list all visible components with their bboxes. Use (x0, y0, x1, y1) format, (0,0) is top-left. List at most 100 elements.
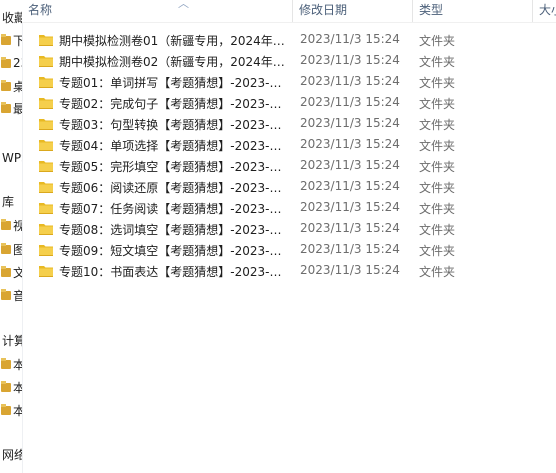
file-name: 专题04：单项选择【考题猜想】-2023-2… (59, 139, 289, 153)
file-type: 文件夹 (419, 181, 456, 195)
file-type: 文件夹 (419, 118, 456, 132)
folder-icon (38, 75, 54, 89)
file-name: 专题09：短文填空【考题猜想】-2023-2… (59, 244, 289, 258)
file-row[interactable]: 期中模拟检测卷01（新疆专用，2024年… 2023/11/3 15:24 文件夹 (22, 30, 556, 51)
file-name: 专题07：任务阅读【考题猜想】-2023-2… (59, 202, 289, 216)
file-modified-date: 2023/11/3 15:24 (300, 32, 400, 46)
folder-icon (38, 243, 54, 257)
column-header-type-label: 类型 (419, 3, 444, 17)
file-type: 文件夹 (419, 34, 456, 48)
folder-icon (38, 33, 54, 47)
nav-item[interactable]: 计算机 (0, 331, 22, 349)
file-name: 专题08：选词填空【考题猜想】-2023-2… (59, 223, 289, 237)
nav-item[interactable]: 文档 (0, 263, 22, 281)
file-type: 文件夹 (419, 55, 456, 69)
file-type: 文件夹 (419, 265, 456, 279)
nav-item[interactable]: 2345Downloads (0, 54, 22, 72)
nav-item-label: 视频 (13, 217, 22, 234)
file-row[interactable]: 专题02：完成句子【考题猜想】-2023-2… 2023/11/3 15:24 文件… (22, 93, 556, 114)
folder-icon (38, 54, 54, 68)
file-modified-date: 2023/11/3 15:24 (300, 95, 400, 109)
file-row[interactable]: 专题05：完形填空【考题猜想】-2023-2… 2023/11/3 15:24 文件… (22, 156, 556, 177)
column-header-name[interactable]: 名称 ︿ (22, 0, 292, 22)
file-modified-date: 2023/11/3 15:24 (300, 200, 400, 214)
folder-icon (38, 222, 54, 236)
file-row[interactable]: 专题10：书面表达【考题猜想】-2023-2… 2023/11/3 15:24 文件… (22, 261, 556, 282)
drive-icon (1, 358, 11, 370)
file-modified-date: 2023/11/3 15:24 (300, 74, 400, 88)
file-row[interactable]: 专题08：选词填空【考题猜想】-2023-2… 2023/11/3 15:24 文件… (22, 219, 556, 240)
folder-icon (38, 117, 54, 131)
nav-item-label: 文档 (13, 264, 22, 281)
nav-item[interactable]: 本地磁盘 (D:) (0, 378, 22, 396)
file-row[interactable]: 专题06：阅读还原【考题猜想】-2023-2… 2023/11/3 15:24 文件… (22, 177, 556, 198)
column-header-size[interactable]: 大小 (532, 0, 556, 22)
file-type: 文件夹 (419, 160, 456, 174)
nav-item-label: 最近访问的位置 (13, 100, 22, 117)
folder-icon (38, 96, 54, 110)
file-row[interactable]: 专题09：短文填空【考题猜想】-2023-2… 2023/11/3 15:24 文件… (22, 240, 556, 261)
nav-item[interactable]: WPS网盘 (0, 148, 22, 166)
file-row[interactable]: 专题03：句型转换【考题猜想】-2023-2… 2023/11/3 15:24 文件… (22, 114, 556, 135)
file-row[interactable]: 专题04：单项选择【考题猜想】-2023-2… 2023/11/3 15:24 文件… (22, 135, 556, 156)
nav-item-label: 图片 (13, 241, 22, 258)
file-row[interactable]: 专题01：单词拼写【考题猜想】-2023-2… 2023/11/3 15:24 文件… (22, 72, 556, 93)
nav-item[interactable]: 网络 (0, 445, 22, 463)
file-type: 文件夹 (419, 97, 456, 111)
file-modified-date: 2023/11/3 15:24 (300, 221, 400, 235)
nav-item-label: 下载 (13, 32, 22, 49)
folder-icon (38, 201, 54, 215)
column-header-bar: 名称 ︿ 修改日期 类型 大小 (22, 0, 556, 23)
nav-item-label: 2345Downloads (13, 56, 22, 70)
nav-item-label: 计算机 (2, 333, 22, 348)
file-row[interactable]: 专题07：任务阅读【考题猜想】-2023-2… 2023/11/3 15:24 文件… (22, 198, 556, 219)
file-modified-date: 2023/11/3 15:24 (300, 158, 400, 172)
file-modified-date: 2023/11/3 15:24 (300, 116, 400, 130)
file-modified-date: 2023/11/3 15:24 (300, 263, 400, 277)
file-modified-date: 2023/11/3 15:24 (300, 242, 400, 256)
column-header-modified-label: 修改日期 (299, 3, 348, 17)
file-name: 专题05：完形填空【考题猜想】-2023-2… (59, 160, 289, 174)
video-library-icon (1, 219, 11, 231)
file-row[interactable]: 期中模拟检测卷02（新疆专用，2024年… 2023/11/3 15:24 文件夹 (22, 51, 556, 72)
file-name: 期中模拟检测卷01（新疆专用，2024年… (59, 34, 285, 48)
file-type: 文件夹 (419, 76, 456, 90)
nav-item[interactable]: 收藏夹 (0, 8, 22, 26)
column-header-type[interactable]: 类型 (412, 0, 532, 22)
file-type: 文件夹 (419, 202, 456, 216)
nav-item-label: 桌面 (13, 78, 22, 95)
nav-item[interactable]: 图片 (0, 240, 22, 258)
desktop-icon (1, 80, 11, 92)
document-library-icon (1, 266, 11, 278)
file-type: 文件夹 (419, 244, 456, 258)
file-type: 文件夹 (419, 139, 456, 153)
drive-icon (1, 404, 11, 416)
sort-caret-icon: ︿ (178, 0, 189, 10)
nav-item[interactable]: 库 (0, 192, 22, 210)
column-header-modified[interactable]: 修改日期 (292, 0, 412, 22)
column-header-name-label: 名称 (28, 3, 53, 17)
file-modified-date: 2023/11/3 15:24 (300, 137, 400, 151)
nav-item[interactable]: 最近访问的位置 (0, 99, 22, 117)
nav-item[interactable]: 视频 (0, 216, 22, 234)
file-name: 专题10：书面表达【考题猜想】-2023-2… (59, 265, 289, 279)
folder-icon (38, 264, 54, 278)
file-name: 专题06：阅读还原【考题猜想】-2023-2… (59, 181, 289, 195)
download-folder-icon (1, 34, 11, 46)
recent-places-icon (1, 102, 11, 114)
folder-icon (38, 180, 54, 194)
column-header-size-label: 大小 (539, 3, 556, 17)
drive-icon (1, 381, 11, 393)
file-modified-date: 2023/11/3 15:24 (300, 179, 400, 193)
nav-item-label: WPS网盘 (2, 150, 22, 165)
picture-library-icon (1, 243, 11, 255)
file-name: 专题02：完成句子【考题猜想】-2023-2… (59, 97, 289, 111)
file-type: 文件夹 (419, 223, 456, 237)
file-name: 专题01：单词拼写【考题猜想】-2023-2… (59, 76, 289, 90)
nav-item[interactable]: 音乐 (0, 286, 22, 304)
nav-item[interactable]: 本地磁盘 (E:) (0, 401, 22, 419)
nav-item[interactable]: 桌面 (0, 77, 22, 95)
nav-item[interactable]: 本地磁盘 (C:) (0, 355, 22, 373)
nav-item[interactable]: 下载 (0, 31, 22, 49)
navigation-pane[interactable]: 收藏夹下载 2345Downloads 桌面最近访问的位置 WPS网盘库视频图片文档音… (0, 0, 23, 473)
